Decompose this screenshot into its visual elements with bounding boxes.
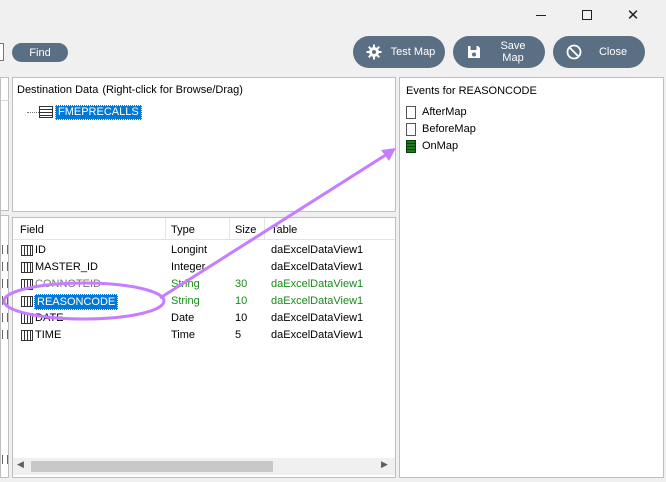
grid-header: Field Type Size Table bbox=[13, 218, 395, 240]
column-divider[interactable] bbox=[264, 218, 265, 240]
column-header-size[interactable]: Size bbox=[235, 224, 256, 236]
test-map-label: Test Map bbox=[390, 46, 436, 58]
close-icon: ✕ bbox=[626, 5, 640, 24]
tree-item-fmeprecalls[interactable]: FMEPRECALLS bbox=[55, 105, 142, 120]
field-type: Time bbox=[171, 329, 196, 341]
event-label: AfterMap bbox=[422, 106, 467, 118]
maximize-button[interactable] bbox=[564, 0, 610, 30]
field-type: Date bbox=[171, 312, 195, 324]
window-close-button[interactable]: ✕ bbox=[610, 0, 656, 30]
column-divider[interactable] bbox=[165, 218, 166, 240]
close-label: Close bbox=[598, 46, 628, 58]
source-row-stub bbox=[2, 455, 8, 464]
destination-title: Destination Data bbox=[17, 84, 99, 96]
source-row-stub bbox=[2, 245, 8, 254]
save-map-label: Save Map bbox=[500, 40, 526, 64]
field-name: TIME bbox=[35, 329, 62, 341]
fields-grid: Field Type Size Table ID Longint daExcel… bbox=[12, 217, 396, 478]
field-table: daExcelDataView1 bbox=[271, 244, 364, 256]
field-icon bbox=[21, 296, 33, 307]
field-size: 30 bbox=[235, 278, 248, 290]
column-header-table[interactable]: Table bbox=[271, 224, 297, 236]
field-name: ID bbox=[35, 244, 46, 256]
source-row-stub bbox=[2, 262, 8, 271]
minimize-icon bbox=[536, 14, 546, 16]
title-bar: ✕ bbox=[0, 0, 666, 32]
destination-data-panel: Destination Data (Right-click for Browse/… bbox=[12, 77, 396, 212]
destination-hint: (Right-click for Browse/Drag) bbox=[102, 84, 243, 96]
field-name: CONNOTEID bbox=[35, 278, 101, 290]
column-header-field[interactable]: Field bbox=[20, 224, 44, 236]
prohibited-icon bbox=[559, 44, 589, 60]
table-row[interactable]: DATE Date 10 daExcelDataView1 bbox=[13, 310, 395, 327]
destination-header: Destination Data (Right-click for Browse/… bbox=[17, 84, 243, 96]
source-panel-edge bbox=[0, 77, 9, 478]
events-panel: Events for REASONCODE AfterMap BeforeMap… bbox=[399, 77, 664, 478]
field-name: DATE bbox=[35, 312, 64, 324]
event-label: BeforeMap bbox=[422, 123, 476, 135]
field-name: MASTER_ID bbox=[35, 261, 98, 273]
field-icon bbox=[21, 313, 33, 324]
splitter[interactable] bbox=[1, 210, 9, 216]
scroll-right-icon[interactable]: ▶ bbox=[381, 460, 388, 470]
column-divider[interactable] bbox=[229, 218, 230, 240]
gear-icon bbox=[359, 44, 389, 60]
script-document-icon bbox=[406, 140, 416, 153]
scrollbar-thumb[interactable] bbox=[31, 461, 273, 472]
table-row[interactable]: CONNOTEID String 30 daExcelDataView1 bbox=[13, 276, 395, 293]
field-icon bbox=[21, 262, 33, 273]
floppy-disk-icon bbox=[459, 44, 489, 60]
field-type: Longint bbox=[171, 244, 208, 256]
field-table: daExcelDataView1 bbox=[271, 278, 364, 290]
table-row[interactable]: ID Longint daExcelDataView1 bbox=[13, 242, 395, 259]
event-label: OnMap bbox=[422, 140, 459, 152]
table-row[interactable]: TIME Time 5 daExcelDataView1 bbox=[13, 327, 395, 344]
tree-connector bbox=[27, 112, 39, 113]
table-row-selected[interactable]: REASONCODE String 10 daExcelDataView1 bbox=[13, 293, 395, 310]
field-table: daExcelDataView1 bbox=[271, 312, 364, 324]
table-icon bbox=[39, 106, 53, 118]
close-button[interactable]: Close bbox=[553, 36, 645, 68]
document-icon bbox=[406, 106, 416, 119]
document-icon bbox=[406, 123, 416, 136]
divider bbox=[1, 100, 9, 101]
column-header-type[interactable]: Type bbox=[171, 224, 195, 236]
field-table: daExcelDataView1 bbox=[271, 329, 364, 341]
scroll-left-icon[interactable]: ◀ bbox=[17, 460, 24, 470]
events-header: Events for REASONCODE bbox=[406, 85, 537, 97]
minimize-button[interactable] bbox=[518, 0, 564, 30]
save-map-button[interactable]: Save Map bbox=[453, 36, 545, 68]
field-table: daExcelDataView1 bbox=[271, 295, 364, 307]
field-size: 5 bbox=[235, 329, 242, 341]
field-type: String bbox=[171, 278, 200, 290]
find-button[interactable]: Find bbox=[12, 43, 68, 62]
field-table: daExcelDataView1 bbox=[271, 261, 364, 273]
field-size: 10 bbox=[235, 312, 248, 324]
source-row-stub bbox=[2, 330, 8, 339]
field-icon bbox=[21, 330, 33, 341]
field-icon bbox=[21, 279, 33, 290]
table-row[interactable]: MASTER_ID Integer daExcelDataView1 bbox=[13, 259, 395, 276]
field-icon bbox=[21, 245, 33, 256]
field-name: REASONCODE bbox=[34, 294, 119, 310]
source-row-stub bbox=[2, 296, 8, 305]
maximize-icon bbox=[582, 10, 592, 20]
toolbar: Find Test Map Save Map Close bbox=[0, 32, 666, 74]
field-type: String bbox=[171, 295, 200, 307]
source-row-stub bbox=[2, 313, 8, 322]
search-input[interactable] bbox=[0, 43, 4, 61]
field-size: 10 bbox=[235, 295, 248, 307]
source-row-stub bbox=[2, 279, 8, 288]
field-type: Integer bbox=[171, 261, 206, 273]
horizontal-scrollbar[interactable]: ◀ ▶ bbox=[13, 458, 395, 475]
test-map-button[interactable]: Test Map bbox=[353, 36, 445, 68]
